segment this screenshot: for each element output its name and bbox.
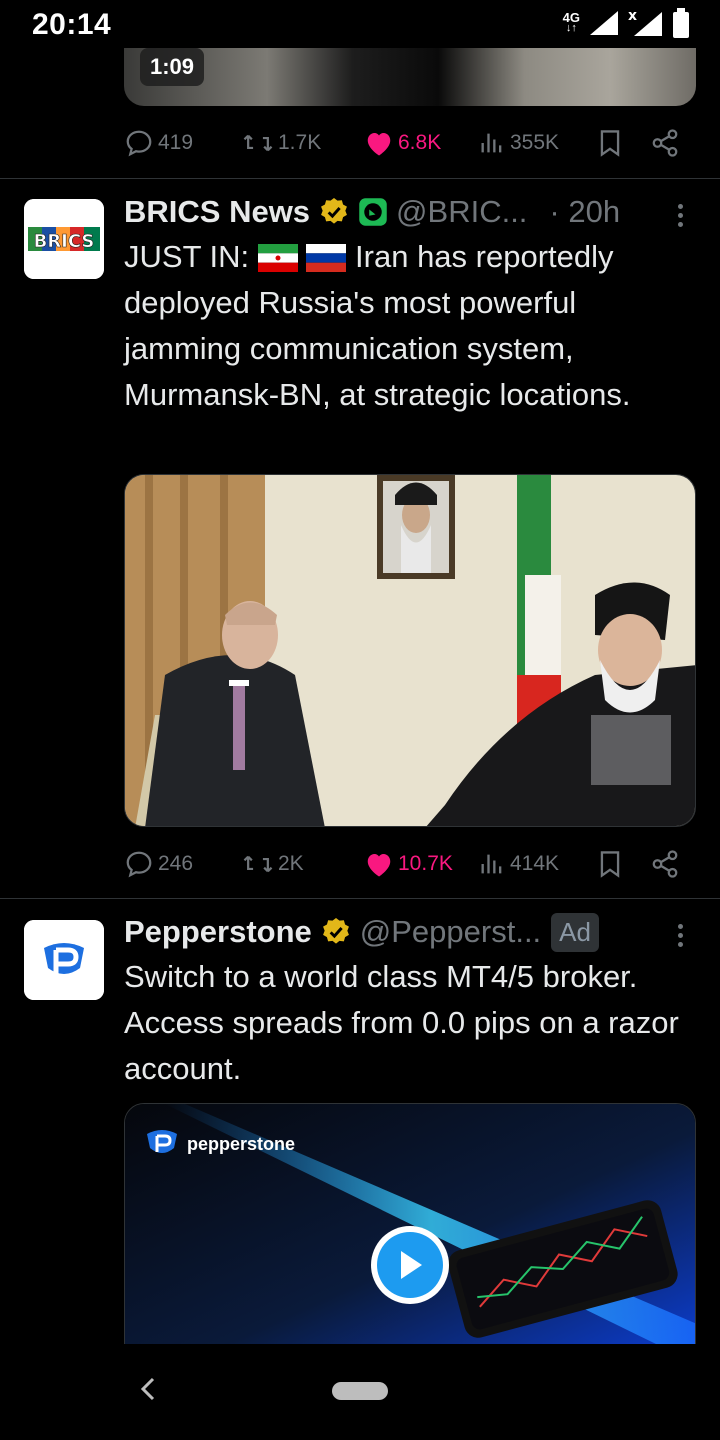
svg-text:BRICS: BRICS [34, 231, 95, 252]
pepperstone-logo-icon [24, 920, 104, 1000]
photo-meeting [125, 475, 695, 826]
reply-icon [126, 851, 152, 878]
views-button[interactable]: 414K [478, 846, 559, 882]
repost-button[interactable]: 2K [242, 846, 304, 882]
reply-button[interactable]: 419 [124, 125, 193, 161]
tweet-image[interactable] [124, 474, 696, 827]
tweet-text: Switch to a world class MT4/5 broker. Ac… [124, 959, 679, 1086]
share-button[interactable] [650, 125, 680, 161]
display-name[interactable]: Pepperstone [124, 914, 312, 950]
back-icon[interactable] [138, 1374, 158, 1404]
bookmark-icon [600, 851, 620, 878]
tweet-divider [0, 178, 720, 179]
views-count: 355K [510, 131, 560, 154]
reply-count: 246 [158, 852, 194, 875]
bookmark-icon [600, 130, 620, 157]
tweet-time[interactable]: · 20h [549, 194, 620, 230]
like-count: 10.7K [398, 852, 453, 875]
like-button[interactable]: 6.8K [364, 125, 441, 161]
network-type: 4G ↓↑ [562, 10, 580, 34]
views-icon [481, 854, 502, 874]
battery-icon [673, 8, 689, 38]
avatar[interactable]: BRICS [24, 199, 104, 279]
ad-badge: Ad [551, 912, 599, 952]
play-button[interactable] [371, 1226, 449, 1304]
play-icon [401, 1251, 422, 1279]
svg-text:pepperstone: pepperstone [187, 1134, 295, 1154]
heart-filled-icon [367, 854, 391, 877]
verified-gold-icon [322, 918, 349, 944]
signal-icon [590, 11, 618, 35]
signal-no-service-icon: x [628, 8, 662, 36]
handle[interactable]: @BRIC... [396, 194, 527, 230]
display-name[interactable]: BRICS News [124, 194, 310, 230]
status-time: 20:14 [32, 8, 112, 41]
ad-video[interactable]: pepperstone [124, 1103, 696, 1363]
views-count: 414K [510, 852, 560, 875]
handle[interactable]: @Pepperst... [360, 914, 541, 950]
repost-count: 2K [278, 852, 304, 875]
share-icon [652, 129, 678, 157]
repost-icon [243, 855, 273, 873]
video-duration: 1:09 [140, 48, 205, 86]
status-icons: 4G ↓↑ x [563, 8, 690, 38]
russia-flag-icon [306, 244, 347, 272]
tweet-header: BRICS News @BRIC... · 20h [124, 190, 620, 234]
share-button[interactable] [650, 846, 680, 882]
reply-icon [126, 130, 152, 157]
tweet-divider [0, 898, 720, 899]
tweet-header: Pepperstone @Pepperst... Ad [124, 910, 599, 954]
home-handle[interactable] [332, 1382, 388, 1400]
system-navigation-bar [0, 1344, 720, 1440]
views-button[interactable]: 355K [478, 125, 559, 161]
previous-tweet-actions: 419 1.7K 6.8K 355K [124, 125, 684, 161]
like-count: 6.8K [398, 131, 442, 154]
status-bar: 20:14 4G ↓↑ x [0, 0, 720, 48]
tweet-actions: 246 2K 10.7K 414K [124, 846, 684, 882]
affiliate-badge-icon [359, 198, 387, 226]
views-icon [481, 133, 502, 153]
repost-count: 1.7K [278, 131, 322, 154]
heart-filled-icon [367, 133, 391, 156]
reply-count: 419 [158, 131, 194, 154]
repost-button[interactable]: 1.7K [242, 125, 321, 161]
svg-text:x: x [628, 8, 637, 24]
share-icon [652, 850, 678, 878]
iran-flag-icon [257, 244, 298, 272]
like-button[interactable]: 10.7K [364, 846, 453, 882]
reply-button[interactable]: 246 [124, 846, 193, 882]
bookmark-button[interactable] [596, 846, 624, 882]
more-options-icon[interactable] [670, 920, 690, 956]
tweet-text: JUST IN: Iran has reportedly deployed Ru… [124, 239, 631, 412]
verified-gold-icon [321, 198, 347, 224]
brics-logo: BRICS [24, 199, 104, 279]
more-options-icon[interactable] [670, 200, 690, 236]
repost-icon [243, 134, 273, 152]
avatar[interactable] [24, 920, 104, 1000]
bookmark-button[interactable] [596, 125, 624, 161]
